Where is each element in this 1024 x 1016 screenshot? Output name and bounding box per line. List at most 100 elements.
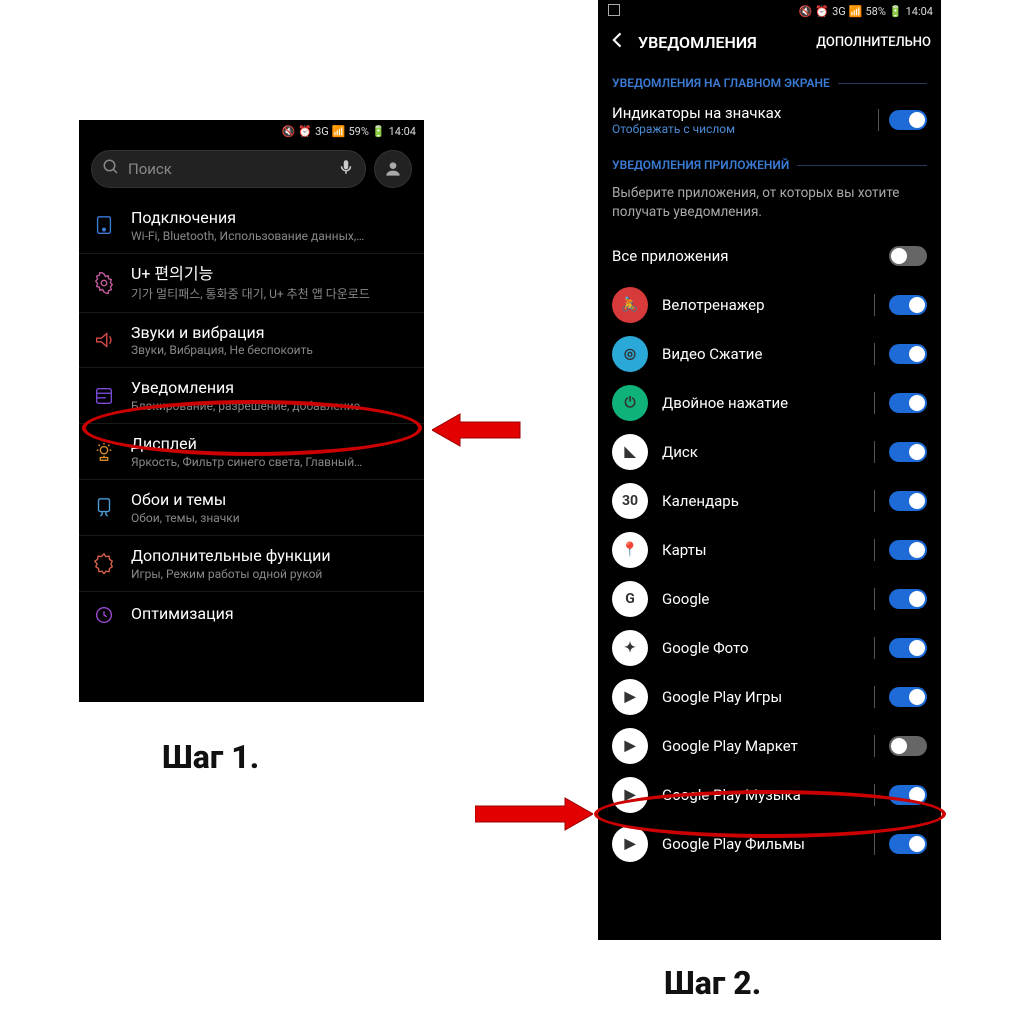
- more-button[interactable]: ДОПОЛНИТЕЛЬНО: [816, 35, 931, 50]
- settings-item[interactable]: U+ 편의기능기가 멀티패스, 통화중 대기, U+ 추천 앱 다운로드: [79, 254, 424, 313]
- divider: [874, 441, 875, 463]
- badge-toggle[interactable]: [889, 110, 927, 130]
- app-toggle[interactable]: [889, 638, 927, 658]
- signal-icon: 📶: [849, 5, 863, 18]
- divider: [874, 686, 875, 708]
- app-label: Карты: [662, 541, 860, 559]
- app-row[interactable]: ✦Google Фото: [598, 624, 941, 673]
- alarm-icon: ⏰: [298, 125, 312, 138]
- step-1-label: Шаг 1.: [162, 738, 259, 776]
- app-toggle[interactable]: [889, 736, 927, 756]
- app-icon: 🚴: [612, 287, 648, 323]
- settings-item-icon: [91, 327, 117, 353]
- badge-setting[interactable]: Индикаторы на значках Отображать с число…: [598, 96, 941, 144]
- settings-item-title: Дисплей: [131, 434, 412, 455]
- clock-text: 14:04: [389, 125, 416, 138]
- app-icon: G: [612, 581, 648, 617]
- app-label: Диск: [662, 443, 860, 461]
- app-icon: ▶: [612, 679, 648, 715]
- annotation-arrow-1: [432, 408, 522, 452]
- divider: [874, 392, 875, 414]
- settings-item-title: Дополнительные функции: [131, 546, 412, 567]
- app-toggle[interactable]: [889, 589, 927, 609]
- settings-item-icon: [91, 550, 117, 576]
- divider: [874, 735, 875, 757]
- step-2-label: Шаг 2.: [664, 964, 761, 1002]
- app-row[interactable]: 📍Карты: [598, 526, 941, 575]
- settings-item[interactable]: ДисплейЯркость, Фильтр синего света, Гла…: [79, 424, 424, 480]
- back-icon[interactable]: [608, 30, 628, 54]
- search-input[interactable]: Поиск: [91, 150, 366, 188]
- settings-item[interactable]: ПодключенияWi-Fi, Bluetooth, Использован…: [79, 198, 424, 254]
- settings-item-title: Оптимизация: [131, 604, 412, 625]
- app-toggle[interactable]: [889, 785, 927, 805]
- status-bar: 🔇 ⏰ 3G 📶 58% 🔋 14:04: [598, 0, 941, 22]
- app-toggle[interactable]: [889, 491, 927, 511]
- app-toggle[interactable]: [889, 295, 927, 315]
- app-row[interactable]: ▶ Google Play Музыка: [598, 771, 941, 820]
- app-label: Google Play Маркет: [662, 737, 860, 755]
- app-label: Календарь: [662, 492, 860, 510]
- mute-icon: 🔇: [799, 5, 813, 18]
- settings-item-sub: Яркость, Фильтр синего света, Главный…: [131, 455, 412, 469]
- all-apps-row[interactable]: Все приложения: [598, 232, 941, 281]
- all-apps-toggle[interactable]: [889, 246, 927, 266]
- app-icon: ▶: [612, 777, 648, 813]
- settings-item-title: Уведомления: [131, 378, 412, 399]
- search-row: Поиск: [79, 142, 424, 198]
- settings-item[interactable]: Дополнительные функцииИгры, Режим работы…: [79, 536, 424, 592]
- divider: [874, 833, 875, 855]
- settings-item-title: Подключения: [131, 208, 412, 229]
- app-icon: ▶: [612, 728, 648, 764]
- app-label: Google Play Музыка: [662, 786, 860, 804]
- settings-item[interactable]: Звуки и вибрацияЗвуки, Вибрация, Не бесп…: [79, 313, 424, 369]
- app-label: Двойное нажатие: [662, 394, 860, 412]
- app-row[interactable]: 🚴Велотренажер: [598, 281, 941, 330]
- app-toggle[interactable]: [889, 442, 927, 462]
- settings-item[interactable]: УведомленияБлокирование, разрешение, доб…: [79, 368, 424, 424]
- app-row[interactable]: ▶ Google Play Игры: [598, 673, 941, 722]
- settings-item[interactable]: Оптимизация: [79, 592, 424, 638]
- phone-settings-main: 🔇 ⏰ 3G 📶 59% 🔋 14:04 Поиск ПодключенияWi…: [79, 120, 424, 702]
- app-label: Google Play Игры: [662, 688, 860, 706]
- divider: [874, 294, 875, 316]
- status-bar: 🔇 ⏰ 3G 📶 59% 🔋 14:04: [79, 120, 424, 142]
- app-icon: 30: [612, 483, 648, 519]
- profile-button[interactable]: [374, 150, 412, 188]
- app-toggle[interactable]: [889, 834, 927, 854]
- settings-item[interactable]: Обои и темыОбои, темы, значки: [79, 480, 424, 536]
- app-row[interactable]: ◎ Видео Сжатие: [598, 330, 941, 379]
- network-icon: 3G: [832, 5, 846, 18]
- app-row[interactable]: ▶Google Play Фильмы: [598, 820, 941, 869]
- app-icon: ▶: [612, 826, 648, 862]
- settings-item-sub: Звуки, Вибрация, Не беспокоить: [131, 343, 412, 357]
- settings-item-title: Звуки и вибрация: [131, 323, 412, 344]
- app-row[interactable]: ▶ Google Play Маркет: [598, 722, 941, 771]
- all-apps-label: Все приложения: [612, 247, 875, 265]
- settings-item-sub: 기가 멀티패스, 통화중 대기, U+ 추천 앱 다운로드: [131, 285, 412, 302]
- divider: [874, 637, 875, 659]
- section-app-notifications: УВЕДОМЛЕНИЯ ПРИЛОЖЕНИЙ: [598, 144, 941, 178]
- app-toggle[interactable]: [889, 540, 927, 560]
- app-row[interactable]: ⏻Двойное нажатие: [598, 379, 941, 428]
- phone-notifications: 🔇 ⏰ 3G 📶 58% 🔋 14:04 УВЕДОМЛЕНИЯ ДОПОЛНИ…: [598, 0, 941, 940]
- app-icon: ◎: [612, 336, 648, 372]
- app-row[interactable]: ◣Диск: [598, 428, 941, 477]
- app-toggle[interactable]: [889, 344, 927, 364]
- alarm-icon: ⏰: [815, 5, 829, 18]
- app-label: Google Фото: [662, 639, 860, 657]
- badge-title: Индикаторы на значках: [612, 104, 868, 122]
- badge-sub: Отображать с числом: [612, 122, 868, 136]
- app-toggle[interactable]: [889, 687, 927, 707]
- app-row[interactable]: GGoogle: [598, 575, 941, 624]
- apps-list: 🚴Велотренажер ◎ Видео Сжатие ⏻Двойное нажат…: [598, 281, 941, 869]
- settings-item-icon: [91, 383, 117, 409]
- battery-text: 59%: [348, 125, 368, 138]
- app-row[interactable]: 30 Календарь: [598, 477, 941, 526]
- app-toggle[interactable]: [889, 393, 927, 413]
- settings-item-sub: Wi-Fi, Bluetooth, Использование данных,…: [131, 229, 412, 243]
- app-label: Видео Сжатие: [662, 345, 860, 363]
- section-home-screen: УВЕДОМЛЕНИЯ НА ГЛАВНОМ ЭКРАНЕ: [598, 62, 941, 96]
- settings-item-icon: [91, 270, 117, 296]
- mic-icon[interactable]: [337, 158, 355, 180]
